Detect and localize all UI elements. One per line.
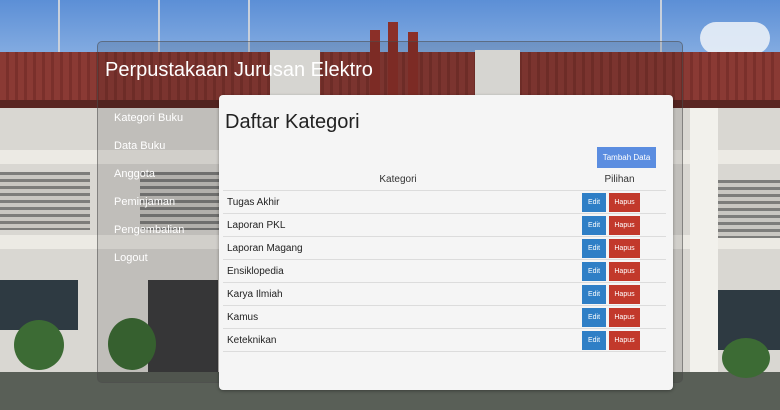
table-row: Ensiklopedia Edit Hapus — [223, 260, 666, 283]
sidebar-item-peminjaman[interactable]: Peminjaman — [114, 194, 184, 222]
category-name: Keteknikan — [227, 334, 277, 346]
table-row: Tugas Akhir Edit Hapus — [223, 191, 666, 214]
category-name: Tugas Akhir — [227, 196, 280, 208]
category-table: Kategori Pilihan Tugas Akhir Edit Hapus … — [223, 170, 666, 352]
delete-button[interactable]: Hapus — [609, 192, 640, 212]
add-data-button[interactable]: Tambah Data — [597, 147, 656, 168]
delete-button[interactable]: Hapus — [609, 330, 640, 350]
edit-button[interactable]: Edit — [582, 192, 606, 212]
category-name: Laporan Magang — [227, 242, 303, 254]
edit-button[interactable]: Edit — [582, 284, 606, 304]
table-row: Laporan Magang Edit Hapus — [223, 237, 666, 260]
sidebar-item-data-buku[interactable]: Data Buku — [114, 138, 184, 166]
edit-button[interactable]: Edit — [582, 261, 606, 281]
page-title: Daftar Kategori — [225, 111, 360, 133]
table-row: Laporan PKL Edit Hapus — [223, 214, 666, 237]
table-row: Karya Ilmiah Edit Hapus — [223, 283, 666, 306]
delete-button[interactable]: Hapus — [609, 215, 640, 235]
sidebar-item-anggota[interactable]: Anggota — [114, 166, 184, 194]
app-title: Perpustakaan Jurusan Elektro — [105, 59, 373, 81]
edit-button[interactable]: Edit — [582, 215, 606, 235]
column-header-kategori: Kategori — [379, 174, 417, 185]
column-header-pilihan: Pilihan — [604, 174, 635, 185]
category-name: Ensiklopedia — [227, 265, 284, 277]
edit-button[interactable]: Edit — [582, 238, 606, 258]
table-row: Keteknikan Edit Hapus — [223, 329, 666, 352]
delete-button[interactable]: Hapus — [609, 307, 640, 327]
table-row: Kamus Edit Hapus — [223, 306, 666, 329]
edit-button[interactable]: Edit — [582, 307, 606, 327]
table-header: Kategori Pilihan — [223, 170, 666, 191]
sidebar-nav: Kategori Buku Data Buku Anggota Peminjam… — [114, 110, 184, 278]
content-card: Daftar Kategori Tambah Data Kategori Pil… — [219, 95, 673, 390]
delete-button[interactable]: Hapus — [609, 238, 640, 258]
sidebar-item-kategori-buku[interactable]: Kategori Buku — [114, 110, 184, 138]
delete-button[interactable]: Hapus — [609, 284, 640, 304]
delete-button[interactable]: Hapus — [609, 261, 640, 281]
category-name: Karya Ilmiah — [227, 288, 283, 300]
category-name: Kamus — [227, 311, 259, 323]
edit-button[interactable]: Edit — [582, 330, 606, 350]
sidebar-item-pengembalian[interactable]: Pengembalian — [114, 222, 184, 250]
category-name: Laporan PKL — [227, 219, 286, 231]
sidebar-item-logout[interactable]: Logout — [114, 250, 184, 278]
